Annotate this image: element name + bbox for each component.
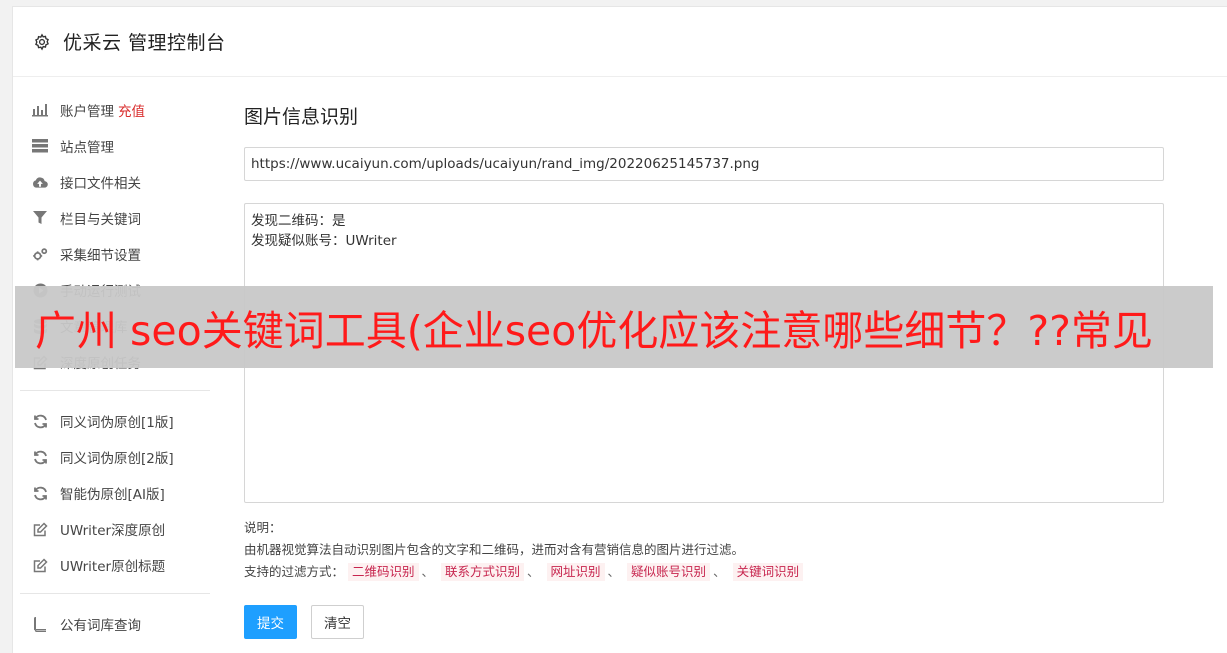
edit-icon	[32, 521, 48, 537]
tag-separator: 、	[713, 564, 726, 579]
sidebar-divider	[20, 593, 210, 594]
recharge-link[interactable]: 充值	[118, 100, 145, 120]
sidebar-item[interactable]: 同义词伪原创[2版]	[20, 439, 210, 475]
sidebar-item[interactable]: 采集细节设置	[20, 236, 210, 272]
image-url-input[interactable]	[244, 147, 1164, 181]
sidebar-item-label: 同义词伪原创[1版]	[60, 415, 174, 431]
sidebar-item-label: 同义词伪原创[2版]	[60, 451, 174, 467]
note-description: 由机器视觉算法自动识别图片包含的文字和二维码，进而对含有营销信息的图片进行过滤。	[244, 542, 745, 557]
sidebar-item-label: 站点管理	[60, 140, 114, 156]
sidebar-item[interactable]: UWriter深度原创	[20, 511, 210, 547]
result-line: 发现疑似账号：UWriter	[251, 233, 397, 249]
overlay-text: 广州 seo关键词工具(企业seo优化应该注意哪些细节？??常见	[35, 307, 1153, 355]
sidebar-item-label: 公有词库查询	[60, 618, 141, 634]
sidebar-item[interactable]: 栏目与关键词	[20, 200, 210, 236]
filter-icon	[32, 210, 48, 226]
sidebar-divider	[20, 390, 210, 391]
filter-methods: 支持的过滤方式： 二维码识别、 联系方式识别、 网址识别、 疑似账号识别、 关键…	[244, 561, 1164, 583]
clear-button[interactable]: 清空	[311, 605, 364, 639]
sidebar-item[interactable]: 账户管理 充值	[20, 92, 210, 128]
tag-separator: 、	[607, 564, 621, 579]
book-icon	[32, 616, 48, 632]
sidebar-item-label: 采集细节设置	[60, 248, 141, 264]
overlay-banner: 广州 seo关键词工具(企业seo优化应该注意哪些细节？??常见	[15, 286, 1213, 368]
sidebar-item[interactable]: 接口文件相关	[20, 164, 210, 200]
instructions: 说明： 由机器视觉算法自动识别图片包含的文字和二维码，进而对含有营销信息的图片进…	[244, 517, 1164, 583]
edit-icon	[32, 557, 48, 573]
sidebar-item[interactable]: 公有词库查询	[20, 606, 210, 642]
refresh-icon	[32, 413, 48, 429]
sidebar-item-label: UWriter原创标题	[60, 559, 166, 575]
sidebar-item[interactable]: 同义词伪原创[1版]	[20, 403, 210, 439]
gears-icon	[32, 246, 48, 262]
note-label: 说明：	[244, 520, 282, 535]
filter-tag: 网址识别	[546, 563, 605, 581]
page-title: 优采云 管理控制台	[63, 32, 226, 54]
action-buttons: 提交 清空	[244, 605, 1164, 639]
gear-icon	[33, 32, 53, 52]
filter-tag: 疑似账号识别	[627, 563, 711, 581]
sidebar-item[interactable]: UWriter原创标题	[20, 547, 210, 583]
sidebar-item[interactable]: 站点管理	[20, 128, 210, 164]
cloud-upload-icon	[32, 174, 48, 190]
section-title: 图片信息识别	[244, 106, 359, 128]
sidebar-item-label: 账户管理	[60, 104, 114, 120]
header: 优采云 管理控制台	[13, 7, 1227, 77]
refresh-icon	[32, 449, 48, 465]
bar-chart-icon	[32, 102, 48, 118]
sidebar-item-label: UWriter深度原创	[60, 523, 166, 539]
filter-tag: 二维码识别	[348, 563, 419, 581]
filter-tag: 关键词识别	[732, 563, 804, 581]
sidebar-item-label: 栏目与关键词	[60, 212, 141, 228]
refresh-icon	[32, 485, 48, 501]
filter-label: 支持的过滤方式：	[244, 564, 345, 579]
sidebar-item[interactable]: 智能伪原创[AI版]	[20, 475, 210, 511]
filter-tag: 联系方式识别	[441, 563, 525, 581]
tag-separator: 、	[527, 564, 540, 579]
sidebar-item-label: 接口文件相关	[60, 176, 141, 192]
result-line: 发现二维码：是	[251, 213, 346, 229]
server-icon	[32, 138, 48, 154]
sidebar-item-label: 智能伪原创[AI版]	[60, 487, 165, 503]
tag-separator: 、	[421, 564, 435, 579]
submit-button[interactable]: 提交	[244, 605, 297, 639]
